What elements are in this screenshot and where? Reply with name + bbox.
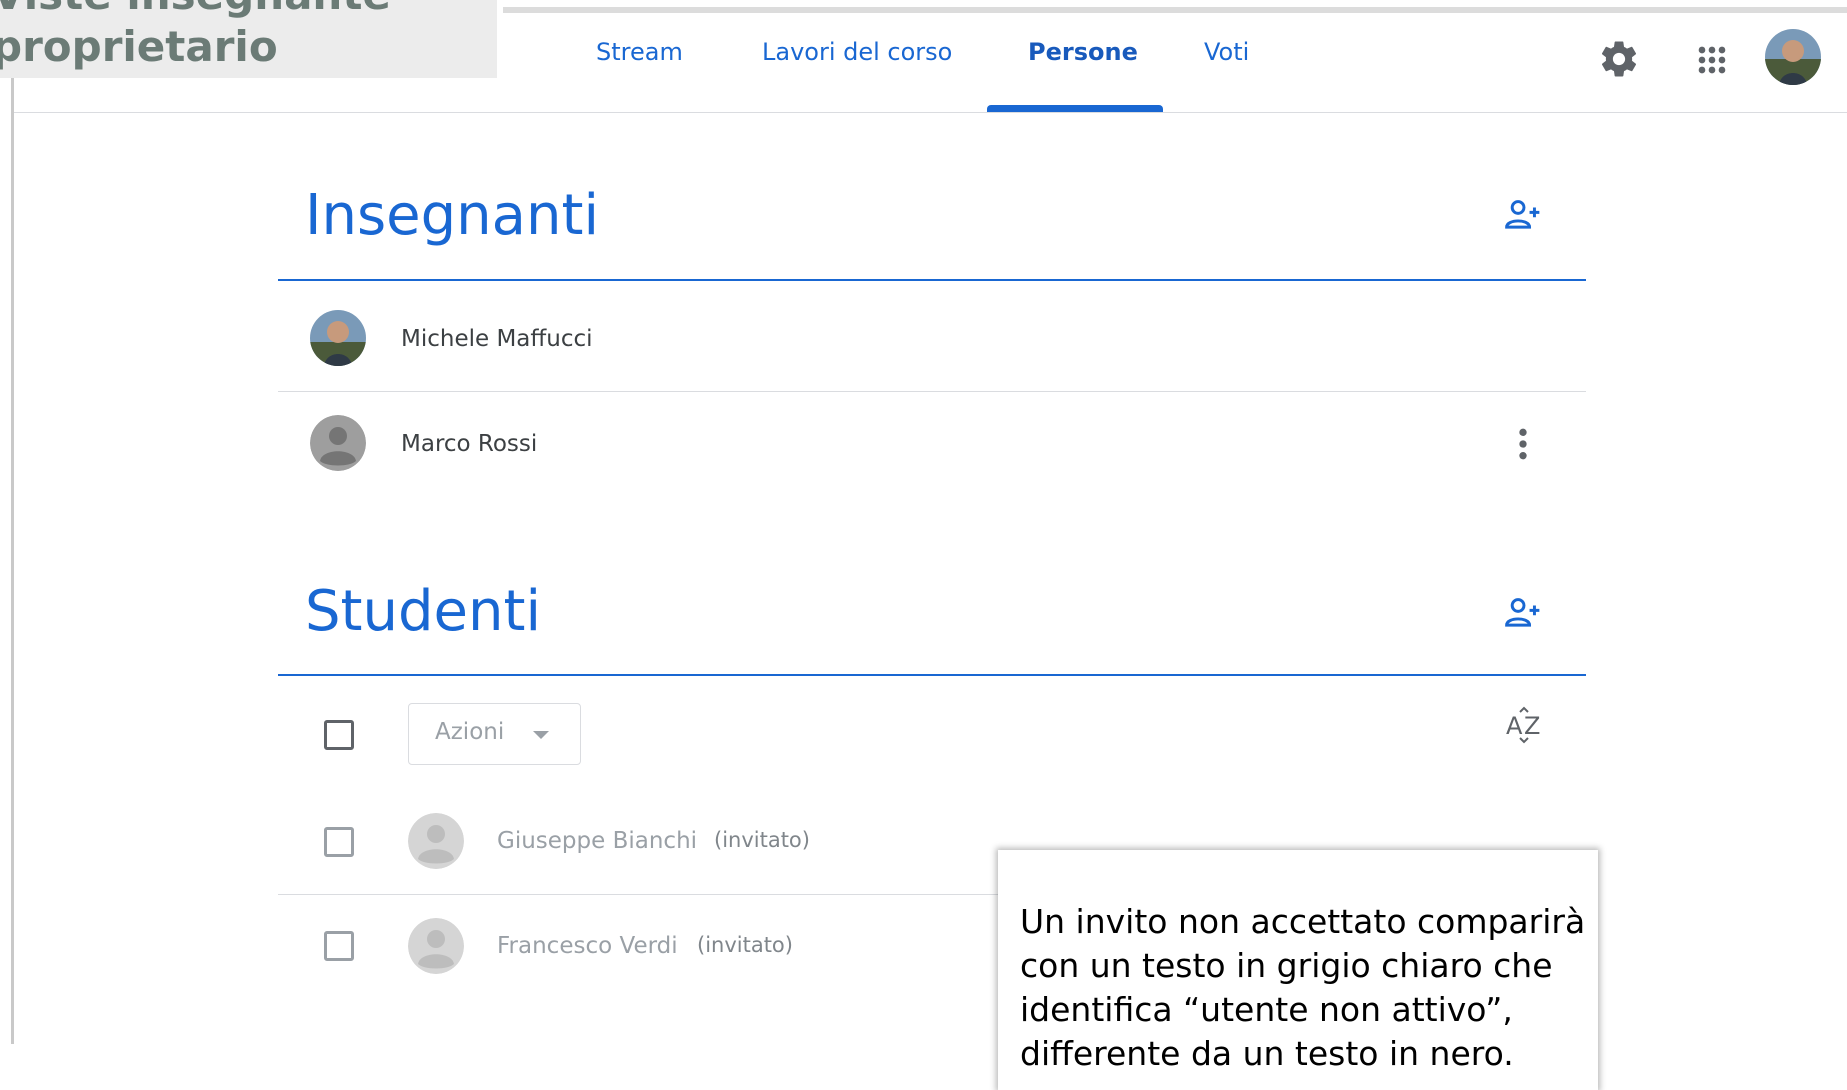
annotation-line-2: proprietario	[0, 22, 278, 71]
students-title: Studenti	[305, 579, 542, 644]
invited-status: (invitato)	[697, 933, 793, 957]
teachers-title: Insegnanti	[305, 183, 599, 248]
left-divider	[11, 78, 14, 1044]
add-student-icon[interactable]	[1503, 594, 1543, 630]
teacher-name: Marco Rossi	[401, 431, 538, 457]
student-checkbox[interactable]	[324, 827, 354, 857]
avatar-placeholder	[310, 415, 366, 471]
tab-stream[interactable]: Stream	[596, 38, 683, 66]
avatar	[310, 310, 366, 366]
add-teacher-icon[interactable]	[1503, 196, 1543, 232]
callout-text: Un invito non accettato comparirà con un…	[1020, 902, 1586, 1073]
actions-dropdown[interactable]: Azioni	[408, 703, 581, 765]
callout-box: Un invito non accettato comparirà con un…	[998, 850, 1598, 1090]
account-avatar[interactable]	[1765, 29, 1821, 85]
student-checkbox[interactable]	[324, 931, 354, 961]
svg-text:A: A	[1506, 712, 1523, 740]
avatar-placeholder	[408, 813, 464, 869]
tab-lavori-del-corso[interactable]: Lavori del corso	[762, 38, 952, 66]
row-divider	[278, 391, 1586, 392]
invited-status: (invitato)	[714, 828, 810, 852]
student-name: Giuseppe Bianchi	[497, 828, 698, 854]
select-all-checkbox[interactable]	[324, 720, 354, 750]
chevron-down-icon	[533, 731, 549, 739]
active-tab-indicator	[987, 105, 1163, 112]
annotation-label: Viste insegnante proprietario	[0, 0, 497, 78]
gear-icon[interactable]	[1598, 38, 1640, 80]
top-divider	[503, 7, 1847, 13]
teachers-divider	[278, 279, 1586, 281]
student-name: Francesco Verdi	[497, 933, 678, 959]
more-vert-icon[interactable]	[1508, 424, 1538, 464]
svg-text:Z: Z	[1524, 712, 1540, 740]
apps-grid-icon[interactable]	[1692, 40, 1732, 80]
teacher-name: Michele Maffucci	[401, 326, 593, 352]
header-divider	[14, 112, 1847, 113]
avatar-placeholder	[408, 918, 464, 974]
sort-az-icon[interactable]: A Z	[1504, 704, 1544, 744]
students-divider	[278, 674, 1586, 676]
annotation-line-1: Viste insegnante	[0, 0, 391, 19]
actions-label: Azioni	[435, 719, 505, 745]
tab-persone[interactable]: Persone	[1028, 38, 1138, 66]
tab-voti[interactable]: Voti	[1204, 38, 1249, 66]
